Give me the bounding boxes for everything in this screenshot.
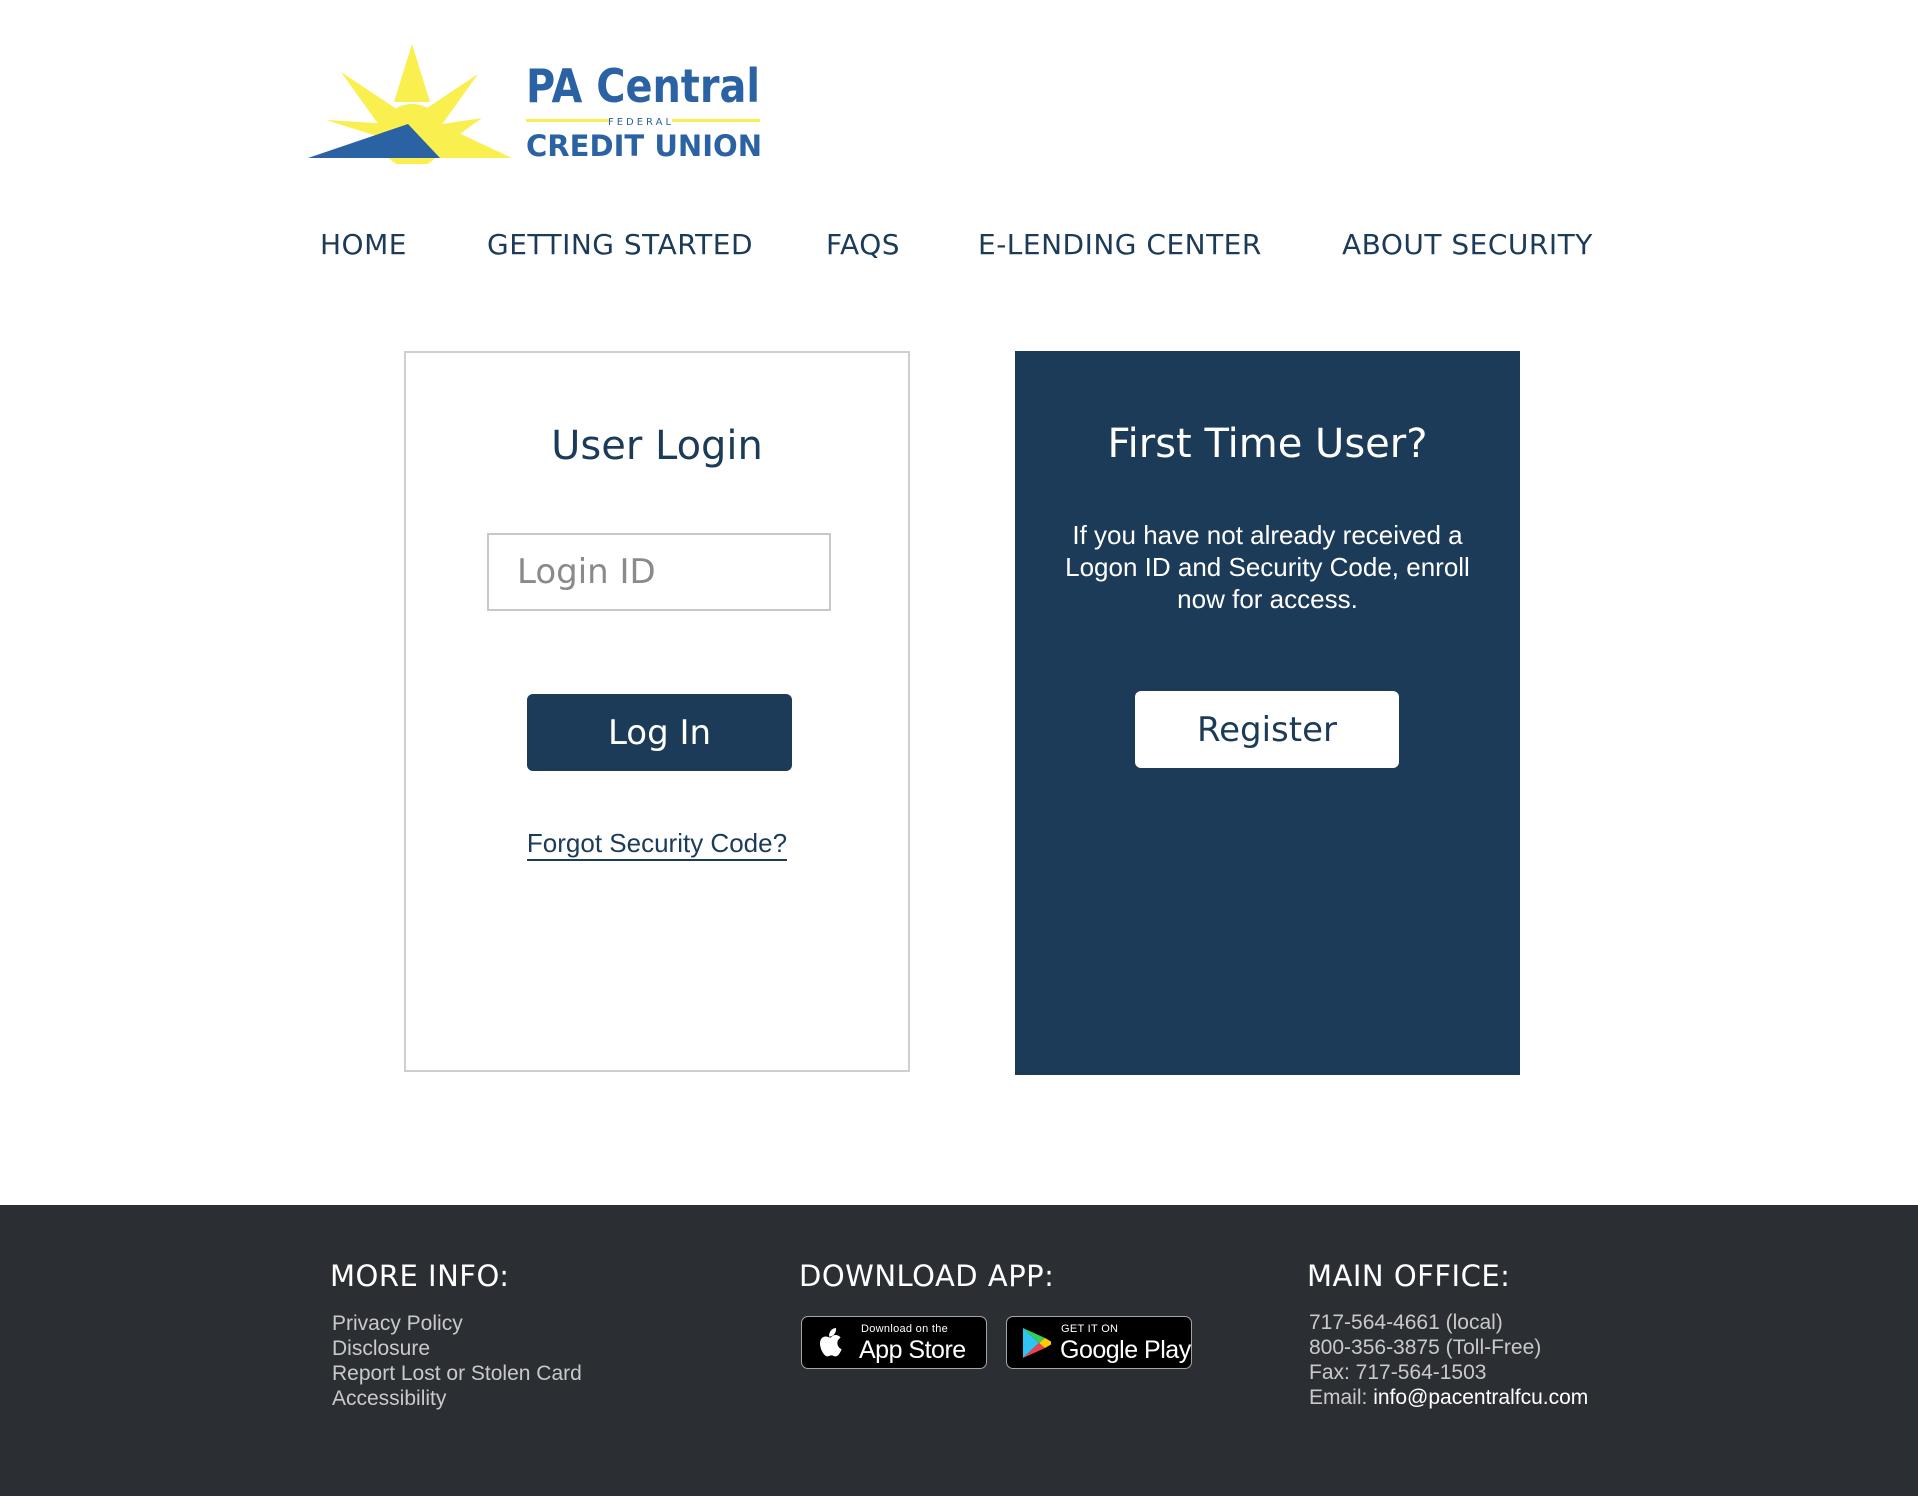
main-nav: HOME GETTING STARTED FAQS E-LENDING CENT… [0, 228, 1918, 268]
forgot-wrapper: Forgot Security Code? [406, 828, 908, 861]
email-link[interactable]: info@pacentralfcu.com [1373, 1386, 1588, 1409]
nav-e-lending-center[interactable]: E-LENDING CENTER [978, 228, 1262, 261]
disclosure-link[interactable]: Disclosure [332, 1336, 582, 1361]
logo-line2: CREDIT UNION [526, 129, 762, 163]
logo-federal: FEDERAL [608, 117, 674, 128]
first-time-description: If you have not already received a Logon… [1065, 520, 1470, 614]
log-in-button[interactable]: Log In [527, 694, 792, 771]
logo-line1: PA Central [526, 59, 760, 113]
nav-about-security[interactable]: ABOUT SECURITY [1342, 228, 1593, 261]
privacy-policy-link[interactable]: Privacy Policy [332, 1311, 582, 1336]
more-info-heading: MORE INFO: [330, 1259, 510, 1293]
google-play-small-text: GET IT ON [1061, 1323, 1119, 1335]
accessibility-link[interactable]: Accessibility [332, 1386, 582, 1411]
app-store-small-text: Download on the [861, 1323, 949, 1335]
footer: MORE INFO: Privacy Policy Disclosure Rep… [0, 1205, 1918, 1496]
app-store-big-text: App Store [859, 1336, 966, 1364]
main-office-heading: MAIN OFFICE: [1307, 1259, 1511, 1293]
login-title: User Login [551, 423, 763, 469]
app-store-badge[interactable]: Download on the App Store [801, 1316, 987, 1369]
nav-faqs[interactable]: FAQS [826, 228, 900, 261]
nav-home[interactable]: HOME [320, 228, 407, 261]
register-button[interactable]: Register [1135, 691, 1399, 768]
download-app-heading: DOWNLOAD APP: [799, 1259, 1055, 1293]
nav-getting-started[interactable]: GETTING STARTED [487, 228, 753, 261]
first-time-title: First Time User? [1107, 421, 1428, 467]
more-info-links: Privacy Policy Disclosure Report Lost or… [332, 1311, 582, 1411]
phone-tollfree: 800-356-3875 (Toll-Free) [1309, 1336, 1542, 1359]
main-office-info: 717-564-4661 (local) 800-356-3875 (Toll-… [1309, 1310, 1588, 1410]
forgot-security-code-link[interactable]: Forgot Security Code? [526, 828, 788, 861]
sun-logo-icon: PA Central FEDERAL CREDIT UNION [308, 44, 762, 164]
apple-icon [820, 1328, 842, 1357]
report-lost-card-link[interactable]: Report Lost or Stolen Card [332, 1361, 582, 1386]
pa-central-logo[interactable]: PA Central FEDERAL CREDIT UNION [306, 44, 766, 164]
email-label: Email: [1309, 1386, 1374, 1409]
fax-number: Fax: 717-564-1503 [1309, 1361, 1487, 1384]
user-login-card: User Login Log In Forgot Security Code? [404, 351, 910, 1072]
google-play-badge[interactable]: GET IT ON Google Play [1006, 1316, 1192, 1369]
first-time-user-card: First Time User? If you have not already… [1015, 351, 1520, 1075]
email-row: Email: info@pacentralfcu.com [1309, 1385, 1588, 1410]
google-play-big-text: Google Play [1060, 1336, 1191, 1364]
phone-local: 717-564-4661 (local) [1309, 1311, 1503, 1334]
google-play-icon [1023, 1328, 1051, 1358]
login-id-input[interactable] [487, 533, 831, 611]
